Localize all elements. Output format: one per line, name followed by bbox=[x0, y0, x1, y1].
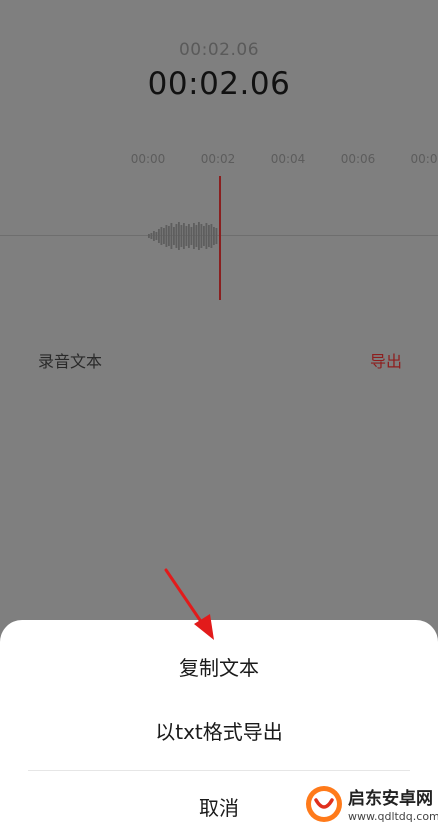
waveform-bar bbox=[155, 232, 158, 240]
waveform-bar bbox=[213, 227, 215, 245]
waveform-bar bbox=[150, 233, 153, 239]
waveform-bar bbox=[170, 223, 173, 249]
waveform-bar bbox=[198, 222, 200, 250]
watermark-logo-icon bbox=[306, 786, 342, 822]
waveform-bar bbox=[188, 224, 190, 248]
waveform-bar bbox=[165, 225, 168, 247]
waveform-bar bbox=[215, 228, 218, 244]
waveform-bar bbox=[168, 226, 170, 246]
waveform-bar bbox=[178, 222, 180, 250]
waveform-bar bbox=[163, 228, 165, 244]
waveform-bar bbox=[193, 223, 195, 249]
watermark-url: www.qdltdq.com bbox=[348, 810, 438, 823]
waveform-bar bbox=[203, 226, 205, 246]
waveform-bar bbox=[175, 224, 178, 248]
sheet-divider bbox=[28, 770, 410, 771]
copy-text-option[interactable]: 复制文本 bbox=[0, 652, 438, 681]
waveform-bar bbox=[148, 234, 150, 238]
export-txt-option[interactable]: 以txt格式导出 bbox=[0, 716, 438, 745]
waveform-bar bbox=[190, 227, 193, 245]
watermark-title: 启东安卓网 bbox=[348, 789, 433, 809]
waveform-bar bbox=[183, 223, 185, 249]
waveform-bar bbox=[180, 225, 183, 247]
waveform-bar bbox=[185, 226, 188, 246]
waveform-bar bbox=[210, 224, 213, 248]
waveform-bar bbox=[205, 223, 208, 249]
waveform-bar bbox=[173, 227, 175, 245]
waveform-bar bbox=[200, 224, 203, 248]
playhead-marker[interactable] bbox=[219, 176, 221, 300]
transcript-section-label: 录音文本 bbox=[38, 352, 103, 371]
export-button[interactable]: 导出 bbox=[370, 348, 402, 372]
waveform-bar bbox=[208, 225, 210, 247]
waveform-bar bbox=[153, 231, 155, 241]
waveform-bar bbox=[195, 225, 198, 247]
waveform-bar bbox=[158, 229, 160, 243]
site-watermark: 启东安卓网 www.qdltdq.com bbox=[304, 778, 438, 832]
waveform-bar bbox=[160, 227, 163, 245]
